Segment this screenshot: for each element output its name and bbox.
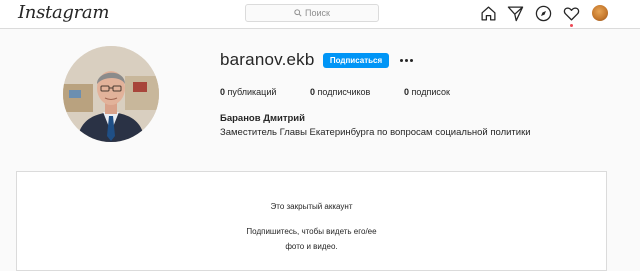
posts-count: 0 xyxy=(220,87,226,97)
private-account-message: Подпишитесь, чтобы видеть его/ее фото и … xyxy=(17,224,606,254)
private-account-notice: Это закрытый аккаунт Подпишитесь, чтобы … xyxy=(16,171,607,271)
direct-icon[interactable] xyxy=(507,5,524,22)
profile-photo-image xyxy=(63,46,159,142)
private-account-title: Это закрытый аккаунт xyxy=(270,202,353,211)
followers-label: подписчиков xyxy=(317,87,371,97)
top-navigation-bar: Instagram Поиск xyxy=(0,0,640,29)
followers-count: 0 xyxy=(310,87,316,97)
private-message-line: фото и видео. xyxy=(285,242,338,251)
profile-avatar[interactable] xyxy=(592,5,608,21)
profile-username: baranov.ekb xyxy=(220,50,315,69)
private-message-line: Подпишитесь, чтобы видеть его/ее xyxy=(246,227,377,236)
following-label: подписок xyxy=(411,87,450,97)
follow-button[interactable]: Подписаться xyxy=(323,53,389,68)
instagram-logo[interactable]: Instagram xyxy=(18,2,109,23)
profile-full-name: Баранов Дмитрий xyxy=(220,113,305,124)
notification-dot xyxy=(570,24,573,27)
profile-bio: Заместитель Главы Екатеринбурга по вопро… xyxy=(220,127,531,138)
posts-label: публикаций xyxy=(227,87,277,97)
more-dot xyxy=(404,59,408,62)
following-count: 0 xyxy=(404,87,410,97)
search-placeholder: Поиск xyxy=(305,8,330,18)
explore-icon[interactable] xyxy=(535,5,552,22)
activity-heart-icon[interactable] xyxy=(563,5,580,22)
search-input[interactable]: Поиск xyxy=(245,4,379,22)
stat-posts: 0 публикаций xyxy=(220,87,276,97)
stat-followers[interactable]: 0 подписчиков xyxy=(310,87,370,97)
more-dot xyxy=(409,59,413,62)
more-dot xyxy=(399,59,403,62)
more-options-icon[interactable] xyxy=(397,53,415,68)
search-icon xyxy=(294,9,302,17)
stat-following[interactable]: 0 подписок xyxy=(404,87,450,97)
profile-photo[interactable] xyxy=(63,46,159,142)
home-icon[interactable] xyxy=(480,5,497,22)
